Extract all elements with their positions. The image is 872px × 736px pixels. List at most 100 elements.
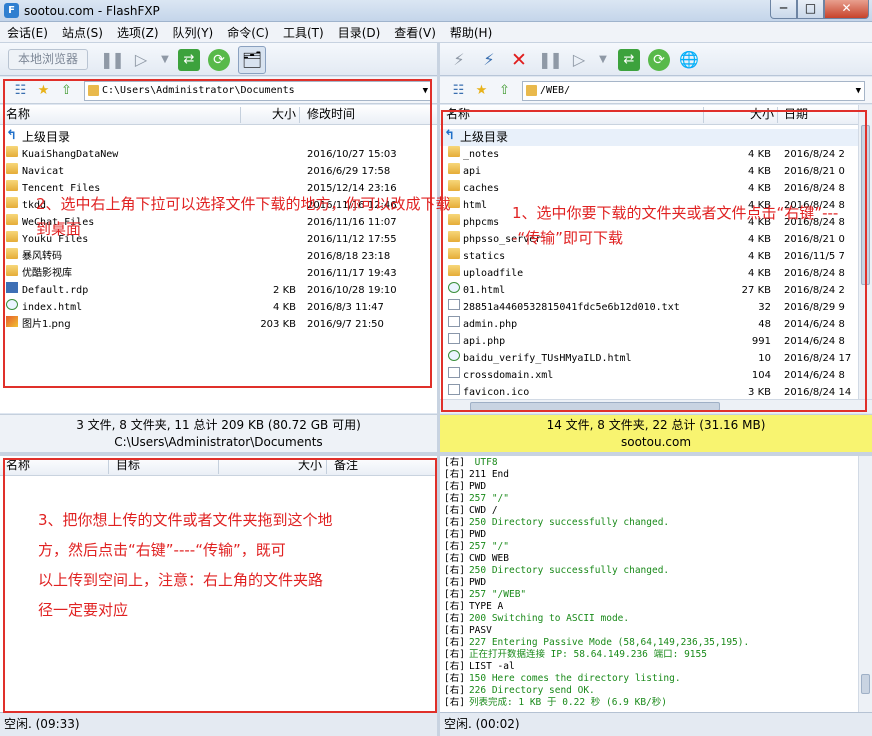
remote-path-text: /WEB/ (540, 85, 571, 96)
log-text: CWD WEB (468, 553, 509, 564)
log-line: [右] 列表完成: 1 KB 于 0.22 秒 (6.9 KB/秒) (444, 697, 872, 709)
compare-icon[interactable]: 🗂 (238, 46, 266, 74)
local-toolbar: 本地浏览器 ❚❚ ▷ ▼ ⇄ ⟳ 🗂 (0, 43, 437, 76)
play-dropdown-icon[interactable]: ▼ (592, 49, 614, 71)
log-tag: [右] (444, 637, 465, 648)
refresh-icon[interactable]: ⟳ (208, 49, 230, 71)
local-browser-button[interactable]: 本地浏览器 (8, 49, 88, 70)
log-line: [右] UTF8 (444, 457, 872, 469)
menu-help[interactable]: 帮助(H) (443, 24, 499, 41)
log-line: [右] 257 "/WEB" (444, 589, 872, 601)
annotation-queue-text: 3、把你想上传的文件或者文件夹拖到这个地 方，然后点击“右键”----“传输”，… (38, 505, 428, 625)
log-tag: [右] (444, 529, 465, 540)
menu-commands[interactable]: 命令(C) (220, 24, 276, 41)
local-status-summary: 3 文件, 8 文件夹, 11 总计 209 KB (80.72 GB 可用) (76, 418, 361, 432)
up-folder-icon[interactable]: ⇧ (496, 82, 513, 99)
scrollbar-thumb[interactable] (861, 674, 870, 694)
close-button[interactable]: ✕ (824, 0, 869, 19)
pause-icon[interactable]: ❚❚ (100, 49, 125, 71)
disconnect-icon[interactable]: ⚡ (478, 49, 500, 71)
pause-icon[interactable]: ❚❚ (538, 49, 563, 71)
log-text: 211 End (468, 469, 509, 480)
menu-directory[interactable]: 目录(D) (331, 24, 388, 41)
chevron-down-icon[interactable]: ▼ (856, 82, 861, 100)
log-tag: [右] (444, 493, 465, 504)
log-line: [右] 257 "/" (444, 541, 872, 553)
log-lines: [右] UTF8 [右] 211 End [右] PWD [右] 257 "/" [右] CWD… (444, 457, 872, 709)
annotation-queue-line-2: 方，然后点击“右键”----“传输”，既可 (38, 541, 286, 559)
site-globe-icon[interactable]: 🌐 (678, 49, 700, 71)
log-line: [右] 227 Entering Passive Mode (58,64,149,… (444, 637, 872, 649)
log-line: [右] PWD (444, 577, 872, 589)
remote-path-dropdown[interactable]: /WEB/ ▼ (522, 81, 865, 101)
menu-session[interactable]: 会话(E) (0, 24, 55, 41)
log-tag: [右] (444, 565, 465, 576)
log-text: 226 Directory send OK. (468, 685, 595, 696)
refresh-icon[interactable]: ⟳ (648, 49, 670, 71)
favorites-icon[interactable]: ★ (473, 82, 490, 99)
flashfxp-window: F sootou.com - FlashFXP ─ □ ✕ 会话(E) 站点(S… (0, 0, 872, 736)
session-log[interactable]: [右] UTF8 [右] 211 End [右] PWD [右] 257 "/" [右] CWD… (440, 456, 872, 713)
play-icon[interactable]: ▷ (130, 49, 152, 71)
remote-path-bar: ☷ ★ ⇧ /WEB/ ▼ (440, 77, 872, 104)
log-line: [右] LIST -al (444, 661, 872, 673)
log-tag: [右] (444, 553, 465, 564)
log-line: [右] PWD (444, 481, 872, 493)
remote-status-summary: 14 文件, 8 文件夹, 22 总计 (31.16 MB) (546, 418, 766, 432)
log-text: 250 Directory successfully changed. (468, 565, 670, 576)
remote-status-panel: 14 文件, 8 文件夹, 22 总计 (31.16 MB) sootou.co… (440, 414, 872, 452)
annotation-queue-line-3: 以上传到空间上，注意：右上角的文件夹路 (38, 571, 324, 589)
annotation-queue-line-4: 径一定要对应 (38, 601, 129, 619)
log-tag: [右] (444, 649, 465, 660)
menu-view[interactable]: 查看(V) (387, 24, 443, 41)
annotation-queue-line-1: 3、把你想上传的文件或者文件夹拖到这个地 (38, 511, 333, 529)
log-text: 正在打开数据连接 IP: 58.64.149.236 端口: 9155 (468, 649, 707, 660)
log-tag: [右] (444, 481, 465, 492)
log-tag: [右] (444, 661, 465, 672)
maximize-button[interactable]: □ (797, 0, 824, 19)
log-text: TYPE A (468, 601, 504, 612)
menu-sites[interactable]: 站点(S) (55, 24, 110, 41)
menu-tools[interactable]: 工具(T) (276, 24, 331, 41)
abort-icon[interactable]: ✕ (508, 49, 530, 71)
log-text: PWD (468, 529, 487, 540)
log-text: 列表完成: 1 KB 于 0.22 秒 (6.9 KB/秒) (468, 697, 668, 708)
local-status-panel: 3 文件, 8 文件夹, 11 总计 209 KB (80.72 GB 可用) … (0, 414, 437, 452)
annotation-local-text: 2、选中右上角下拉可以选择文件下载的地方，你可以改成下载到桌面 (36, 195, 451, 238)
log-line: [右] PASV (444, 625, 872, 637)
log-tag: [右] (444, 613, 465, 624)
play-icon[interactable]: ▷ (568, 49, 590, 71)
log-line: [右] 正在打开数据连接 IP: 58.64.149.236 端口: 9155 (444, 649, 872, 661)
log-line: [右] 250 Directory successfully changed. (444, 517, 872, 529)
log-line: [右] 200 Switching to ASCII mode. (444, 613, 872, 625)
remote-idle-status: 空闲. (00:02) (440, 712, 872, 736)
log-text: 257 "/WEB" (468, 589, 527, 600)
play-dropdown-icon[interactable]: ▼ (154, 49, 176, 71)
minimize-button[interactable]: ─ (770, 0, 797, 19)
log-text: 257 "/" (468, 493, 509, 504)
log-tag: [右] (444, 685, 465, 696)
log-vertical-scrollbar[interactable] (858, 456, 872, 713)
title-bar: F sootou.com - FlashFXP ─ □ ✕ (0, 0, 872, 22)
log-line: [右] 211 End (444, 469, 872, 481)
log-text: 227 Entering Passive Mode (58,64,149,236… (468, 637, 750, 648)
log-tag: [右] (444, 673, 465, 684)
log-line: [右] 226 Directory send OK. (444, 685, 872, 697)
log-tag: [右] (444, 505, 465, 516)
log-tag: [右] (444, 469, 465, 480)
log-line: [右] 250 Directory successfully changed. (444, 565, 872, 577)
log-tag: [右] (444, 577, 465, 588)
remote-status-host: sootou.com (620, 435, 692, 449)
connect-icon[interactable]: ⚡ (448, 49, 470, 71)
annotation-remote-text: 1、选中你要下载的文件夹或者文件点击“右键”----“传输”即可下载 (512, 204, 839, 247)
menu-options[interactable]: 选项(Z) (110, 24, 166, 41)
tree-icon[interactable]: ☷ (450, 82, 467, 99)
log-text: 250 Directory successfully changed. (468, 517, 670, 528)
transfer-icon[interactable]: ⇄ (178, 49, 200, 71)
transfer-icon[interactable]: ⇄ (618, 49, 640, 71)
flashfxp-logo-icon: F (4, 3, 19, 18)
log-text: 257 "/" (468, 541, 509, 552)
menu-bar: 会话(E) 站点(S) 选项(Z) 队列(Y) 命令(C) 工具(T) 目录(D… (0, 22, 872, 43)
menu-queue[interactable]: 队列(Y) (166, 24, 221, 41)
log-tag: [右] (444, 601, 465, 612)
